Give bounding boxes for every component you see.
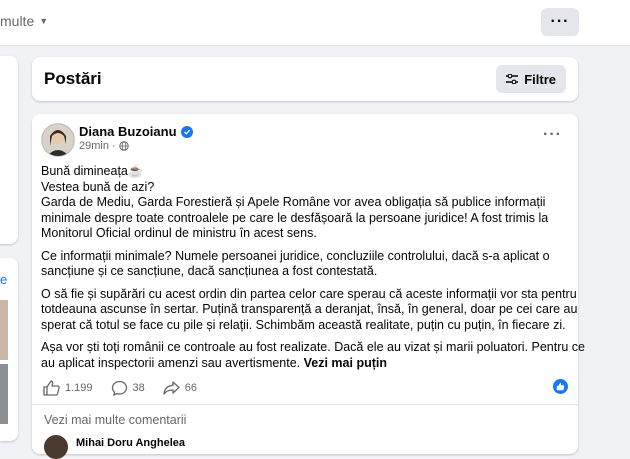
comment-item: Mihai Doru Anghelea <box>44 435 185 459</box>
text-line: Monitorul Oficial ordinul de ministru în… <box>41 226 317 240</box>
commenter-avatar[interactable] <box>44 435 68 459</box>
see-less-link[interactable]: Vezi mai puțin <box>304 356 387 370</box>
paragraph: Bună dimineața☕ Vestea bună de azi? Gard… <box>41 164 569 242</box>
posts-title: Postări <box>44 69 102 88</box>
comment-count: 38 <box>132 382 145 394</box>
text-line: Vestea bună de azi? <box>41 179 155 194</box>
post-actions: 1.199 38 66 <box>43 380 197 396</box>
like-reaction-icon[interactable] <box>553 379 568 394</box>
more-tab[interactable]: multe ▼ <box>0 13 48 29</box>
divider <box>32 404 578 405</box>
post-options-icon[interactable]: ··· <box>543 126 562 144</box>
filter-label: Filtre <box>524 71 556 87</box>
paragraph: Așa vor ști toți românii ce controale au… <box>41 340 586 371</box>
text-line: Bună dimineața☕ <box>41 164 144 178</box>
photo-thumbnail[interactable] <box>0 364 8 424</box>
text-line: O să fie și supărări cu acest ordin din … <box>41 286 577 301</box>
comment-icon <box>111 380 127 396</box>
post-body: Bună dimineața☕ Vestea bună de azi? Gard… <box>41 164 586 378</box>
commenter-name[interactable]: Mihai Doru Anghelea <box>76 437 185 449</box>
left-column-card <box>0 56 18 244</box>
like-action[interactable]: 1.199 <box>43 380 93 396</box>
comment-action[interactable]: 38 <box>111 380 145 396</box>
paragraph: O să fie și supărări cu acest ordin din … <box>41 286 578 334</box>
share-action[interactable]: 66 <box>163 380 197 396</box>
filter-button[interactable]: Filtre <box>496 65 566 93</box>
left-photos-card: e <box>0 258 18 441</box>
paragraph: Ce informații minimale? Numele persoanei… <box>41 249 569 280</box>
thumbs-up-icon <box>43 380 60 396</box>
author-name[interactable]: Diana Buzoianu <box>79 124 193 139</box>
text-line: au aplicat inspectorii amenzi sau averti… <box>41 355 301 370</box>
post-meta: 29min · <box>79 140 129 152</box>
caret-down-icon: ▼ <box>39 16 49 26</box>
filter-icon <box>506 74 519 84</box>
text-line: Așa vor ști toți românii ce controale au… <box>41 340 586 354</box>
post-card: Diana Buzoianu 29min · ··· Bună dimineaț… <box>32 114 586 459</box>
photo-thumbnail[interactable] <box>0 300 8 360</box>
text-line: Ce informații minimale? Numele persoanei… <box>41 248 550 263</box>
text-line: minimale despre toate controalele pe car… <box>41 210 549 225</box>
ellipsis-icon: ··· <box>550 13 570 30</box>
globe-icon <box>118 141 129 151</box>
share-count: 66 <box>184 382 198 394</box>
author-name-text: Diana Buzoianu <box>79 124 177 139</box>
more-tab-label: multe <box>0 13 35 29</box>
share-icon <box>163 381 180 395</box>
like-count: 1.199 <box>65 382 93 394</box>
left-link-fragment[interactable]: e <box>0 272 7 287</box>
text-line: totdeauna ascunse în sertar. Puțină tran… <box>41 302 578 316</box>
view-more-comments-link[interactable]: Vezi mai multe comentarii <box>44 413 186 427</box>
author-avatar[interactable] <box>41 123 75 157</box>
top-bar: multe ▼ ··· <box>0 0 630 46</box>
post-time[interactable]: 29min <box>79 140 109 152</box>
text-line: sancțiune și ce sancțiune, dacă sancțiun… <box>41 264 378 278</box>
verified-badge-icon <box>180 125 193 138</box>
text-line: Garda de Mediu, Garda Forestieră și Apel… <box>41 195 546 209</box>
more-options-button[interactable]: ··· <box>541 8 579 36</box>
posts-header-card: Postări Filtre <box>32 57 578 101</box>
text-line: sperat că totul se face cu pile și relaț… <box>41 317 566 332</box>
